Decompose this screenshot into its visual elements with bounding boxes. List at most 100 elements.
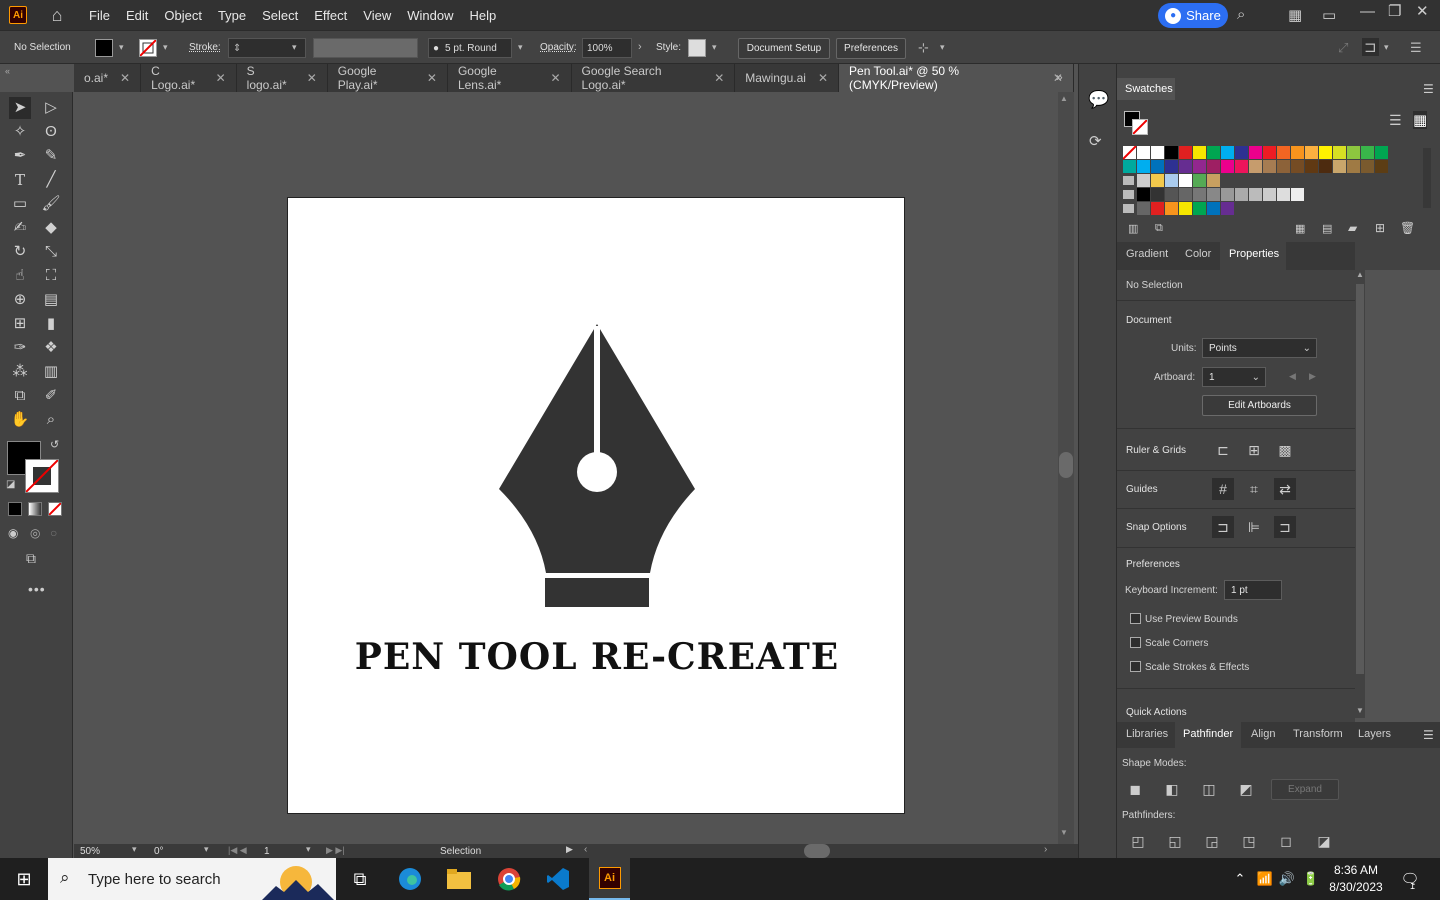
swatch-cell[interactable] bbox=[1347, 146, 1360, 159]
arrange-documents-icon[interactable]: ▦ bbox=[1288, 6, 1302, 24]
screen-mode-icon[interactable]: ⧉ bbox=[26, 550, 36, 567]
tab-mawingu[interactable]: Mawingu.ai ✕ bbox=[735, 64, 840, 92]
swatch-cell[interactable] bbox=[1291, 188, 1304, 201]
swatch-cell[interactable] bbox=[1235, 146, 1248, 159]
tab-color[interactable]: Color bbox=[1185, 248, 1211, 260]
artboard-dropdown-icon[interactable]: ▾ bbox=[306, 844, 311, 855]
edit-artboards-button[interactable]: Edit Artboards bbox=[1202, 395, 1317, 416]
tab-gradient[interactable]: Gradient bbox=[1126, 248, 1168, 260]
last-artboard-icon[interactable]: ▶ ▶| bbox=[326, 845, 345, 856]
swatch-cell[interactable] bbox=[1151, 202, 1164, 215]
close-window-icon[interactable]: ✕ bbox=[1416, 2, 1429, 20]
document-setup-button[interactable]: Document Setup bbox=[738, 38, 830, 59]
properties-scroll-down-icon[interactable]: ▼ bbox=[1356, 706, 1364, 715]
lock-guides-icon[interactable]: ⌗ bbox=[1243, 478, 1265, 500]
swatch-cell[interactable] bbox=[1151, 188, 1164, 201]
eyedropper-tool-icon[interactable]: ✑ bbox=[9, 337, 31, 359]
properties-scrollbar[interactable]: ▲ ▼ bbox=[1355, 270, 1365, 718]
swatch-cell[interactable] bbox=[1165, 174, 1178, 187]
artboard-select[interactable]: 1 ⌄ bbox=[1202, 367, 1266, 387]
prev-artboard-icon[interactable]: ◀ bbox=[1289, 371, 1296, 382]
swatch-cell[interactable] bbox=[1221, 202, 1234, 215]
delete-swatch-icon[interactable]: 🗑 bbox=[1400, 221, 1415, 235]
snap-to-glyph-icon[interactable]: ⊐ bbox=[1274, 516, 1296, 538]
collapse-tools-icon[interactable]: « bbox=[5, 66, 10, 76]
rotation-value[interactable]: 0° bbox=[154, 846, 164, 857]
slice-tool-icon[interactable]: ✐ bbox=[40, 385, 62, 407]
use-preview-bounds-checkbox[interactable] bbox=[1130, 613, 1141, 624]
artwork-title[interactable]: PEN TOOL RE-CREATE bbox=[288, 636, 906, 678]
scroll-left-icon[interactable]: ‹ bbox=[584, 844, 587, 855]
edge-icon[interactable] bbox=[393, 863, 427, 895]
scale-strokes-checkbox[interactable] bbox=[1130, 661, 1141, 672]
exclude-icon[interactable]: ◩ bbox=[1235, 778, 1257, 800]
share-button[interactable]: ● Share bbox=[1158, 3, 1228, 28]
merge-icon[interactable]: ◲ bbox=[1201, 830, 1223, 852]
swatch-options-icon[interactable]: ▦ bbox=[1295, 222, 1305, 235]
swatch-folder-icon[interactable] bbox=[1123, 190, 1134, 199]
swatch-cell[interactable] bbox=[1193, 188, 1206, 201]
swatch-folder-icon[interactable] bbox=[1123, 204, 1134, 213]
swatch-cell[interactable] bbox=[1207, 188, 1220, 201]
minimize-icon[interactable]: — bbox=[1360, 3, 1375, 20]
illustrator-taskbar-icon[interactable]: Ai bbox=[589, 858, 630, 900]
rotate-tool-icon[interactable]: ↻ bbox=[9, 241, 31, 263]
magic-wand-tool-icon[interactable]: ✧ bbox=[9, 121, 31, 143]
symbol-sprayer-tool-icon[interactable]: ⁂ bbox=[9, 361, 31, 383]
swatch-cell[interactable] bbox=[1291, 160, 1304, 173]
close-tab-icon[interactable]: ✕ bbox=[550, 71, 560, 85]
swatch-cell[interactable] bbox=[1179, 160, 1192, 173]
swatch-cell[interactable] bbox=[1305, 160, 1318, 173]
zoom-dropdown-icon[interactable]: ▾ bbox=[132, 844, 137, 855]
shape-builder-tool-icon[interactable]: ⊕ bbox=[9, 289, 31, 311]
swatch-cell[interactable] bbox=[1179, 202, 1192, 215]
opacity-field[interactable]: 100% bbox=[582, 38, 632, 58]
restore-icon[interactable]: ❐ bbox=[1388, 2, 1401, 20]
swatch-cell[interactable] bbox=[1151, 174, 1164, 187]
vscode-icon[interactable] bbox=[541, 863, 575, 895]
unite-icon[interactable]: ◼ bbox=[1124, 778, 1146, 800]
stroke-dropdown-icon[interactable]: ▾ bbox=[163, 42, 168, 53]
workspace-icon[interactable]: ▭ bbox=[1322, 6, 1336, 24]
grid-view-icon[interactable]: ▦ bbox=[1413, 111, 1428, 129]
snap-icon[interactable]: ⊐ bbox=[1362, 38, 1379, 56]
show-guides-icon[interactable]: # bbox=[1212, 478, 1234, 500]
swatch-cell[interactable] bbox=[1179, 174, 1192, 187]
blend-tool-icon[interactable]: ❖ bbox=[40, 337, 62, 359]
first-artboard-icon[interactable]: |◀ ◀ bbox=[228, 845, 247, 856]
swatch-cell[interactable] bbox=[1235, 188, 1248, 201]
menu-help[interactable]: Help bbox=[461, 8, 504, 23]
brush-definition[interactable]: ● 5 pt. Round bbox=[428, 38, 512, 58]
home-icon[interactable]: ⌂ bbox=[47, 5, 67, 25]
menu-file[interactable]: File bbox=[81, 8, 118, 23]
rulers-icon[interactable]: ⊏ bbox=[1212, 439, 1234, 461]
swatch-stroke-icon[interactable] bbox=[1132, 119, 1148, 135]
curvature-tool-icon[interactable]: ✎ bbox=[40, 145, 62, 167]
swatch-cell[interactable] bbox=[1361, 160, 1374, 173]
swatch-cell[interactable] bbox=[1277, 146, 1290, 159]
fill-dropdown-icon[interactable]: ▾ bbox=[119, 42, 124, 53]
draw-normal-icon[interactable]: ◉ bbox=[8, 526, 18, 540]
style-swatch[interactable] bbox=[688, 39, 706, 57]
swatch-cell[interactable] bbox=[1193, 174, 1206, 187]
snap-to-point-icon[interactable]: ⊐ bbox=[1212, 516, 1234, 538]
next-artboard-icon[interactable]: ▶ bbox=[1309, 371, 1316, 382]
swatch-cell[interactable] bbox=[1137, 188, 1150, 201]
list-view-icon[interactable]: ☰ bbox=[1389, 112, 1402, 129]
type-tool-icon[interactable]: T bbox=[9, 169, 31, 191]
draw-behind-icon[interactable]: ◎ bbox=[30, 526, 40, 540]
task-view-icon[interactable]: ⧉ bbox=[343, 863, 377, 895]
gradient-tool-icon[interactable]: ▮ bbox=[40, 313, 62, 335]
stroke-weight-dropdown-icon[interactable]: ▾ bbox=[292, 42, 297, 53]
swatch-grid[interactable] bbox=[1123, 146, 1419, 222]
menu-edit[interactable]: Edit bbox=[118, 8, 156, 23]
new-color-group-icon[interactable]: ▰ bbox=[1348, 221, 1357, 235]
mesh-tool-icon[interactable]: ⊞ bbox=[9, 313, 31, 335]
menu-effect[interactable]: Effect bbox=[306, 8, 355, 23]
battery-icon[interactable]: 🔋 bbox=[1294, 863, 1328, 895]
paintbrush-tool-icon[interactable]: 🖌 bbox=[40, 193, 62, 215]
selection-tool-icon[interactable]: ➤ bbox=[9, 97, 31, 119]
swatch-cell[interactable] bbox=[1193, 202, 1206, 215]
tab-c-logo[interactable]: C Logo.ai* ✕ bbox=[141, 64, 237, 92]
swatch-cell[interactable] bbox=[1193, 160, 1206, 173]
